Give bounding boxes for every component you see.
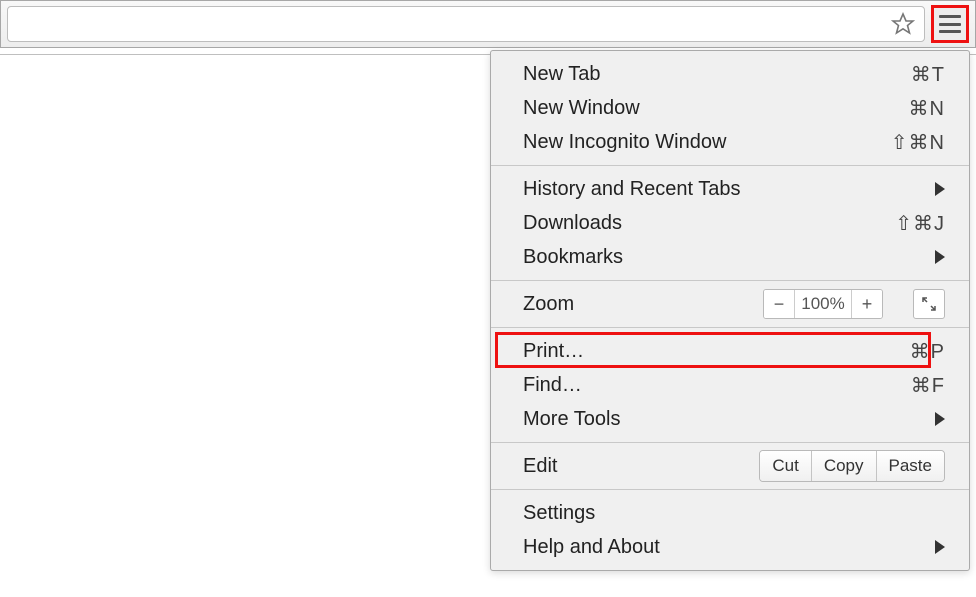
menu-item-downloads[interactable]: Downloads ⇧⌘J (491, 206, 969, 240)
menu-item-new-tab[interactable]: New Tab ⌘T (491, 57, 969, 91)
menu-item-label: Find… (523, 374, 911, 397)
main-menu-button[interactable] (931, 5, 969, 43)
menu-item-print[interactable]: Print… ⌘P (491, 334, 969, 368)
menu-item-label: Help and About (523, 536, 929, 559)
menu-item-label: Print… (523, 340, 910, 363)
zoom-in-button[interactable]: + (852, 290, 882, 318)
menu-section: Edit Cut Copy Paste (491, 442, 969, 489)
submenu-arrow-icon (935, 182, 945, 196)
browser-toolbar (0, 0, 976, 48)
menu-item-label: New Incognito Window (523, 131, 891, 154)
edit-controls: Cut Copy Paste (759, 450, 945, 482)
fullscreen-button[interactable] (913, 289, 945, 319)
cut-button[interactable]: Cut (760, 451, 810, 481)
menu-item-bookmarks[interactable]: Bookmarks (491, 240, 969, 274)
menu-item-label: History and Recent Tabs (523, 178, 929, 201)
hamburger-icon (939, 15, 961, 33)
menu-item-label: Settings (523, 502, 945, 525)
menu-item-edit: Edit Cut Copy Paste (491, 449, 969, 483)
menu-item-label: New Tab (523, 63, 911, 86)
zoom-level: 100% (794, 290, 852, 318)
menu-item-shortcut: ⌘N (909, 96, 945, 121)
menu-item-shortcut: ⇧⌘J (895, 211, 945, 236)
menu-item-shortcut: ⇧⌘N (891, 130, 945, 155)
menu-item-label: Edit (523, 455, 759, 478)
menu-item-settings[interactable]: Settings (491, 496, 969, 530)
bookmark-star-icon[interactable] (890, 11, 916, 37)
zoom-out-button[interactable]: − (764, 290, 794, 318)
address-bar[interactable] (7, 6, 925, 42)
menu-item-more-tools[interactable]: More Tools (491, 402, 969, 436)
menu-item-label: Downloads (523, 212, 895, 235)
menu-item-zoom: Zoom − 100% + (491, 287, 969, 321)
zoom-group: − 100% + (763, 289, 883, 319)
menu-item-label: Zoom (523, 293, 763, 316)
main-menu-popup: New Tab ⌘T New Window ⌘N New Incognito W… (490, 50, 970, 571)
copy-button[interactable]: Copy (811, 451, 876, 481)
paste-button[interactable]: Paste (876, 451, 944, 481)
edit-button-group: Cut Copy Paste (759, 450, 945, 482)
menu-item-new-window[interactable]: New Window ⌘N (491, 91, 969, 125)
zoom-controls: − 100% + (763, 289, 945, 319)
menu-item-label: New Window (523, 97, 909, 120)
menu-item-new-incognito[interactable]: New Incognito Window ⇧⌘N (491, 125, 969, 159)
menu-item-shortcut: ⌘F (911, 373, 945, 398)
menu-section: History and Recent Tabs Downloads ⇧⌘J Bo… (491, 165, 969, 280)
menu-section: Print… ⌘P Find… ⌘F More Tools (491, 327, 969, 442)
submenu-arrow-icon (935, 250, 945, 264)
menu-item-help[interactable]: Help and About (491, 530, 969, 564)
menu-item-label: Bookmarks (523, 246, 929, 269)
menu-item-find[interactable]: Find… ⌘F (491, 368, 969, 402)
menu-section: Zoom − 100% + (491, 280, 969, 327)
menu-section: Settings Help and About (491, 489, 969, 570)
menu-item-shortcut: ⌘T (911, 62, 945, 87)
menu-item-history[interactable]: History and Recent Tabs (491, 172, 969, 206)
submenu-arrow-icon (935, 412, 945, 426)
menu-item-label: More Tools (523, 408, 929, 431)
menu-section: New Tab ⌘T New Window ⌘N New Incognito W… (491, 51, 969, 165)
menu-item-shortcut: ⌘P (910, 339, 945, 364)
submenu-arrow-icon (935, 540, 945, 554)
